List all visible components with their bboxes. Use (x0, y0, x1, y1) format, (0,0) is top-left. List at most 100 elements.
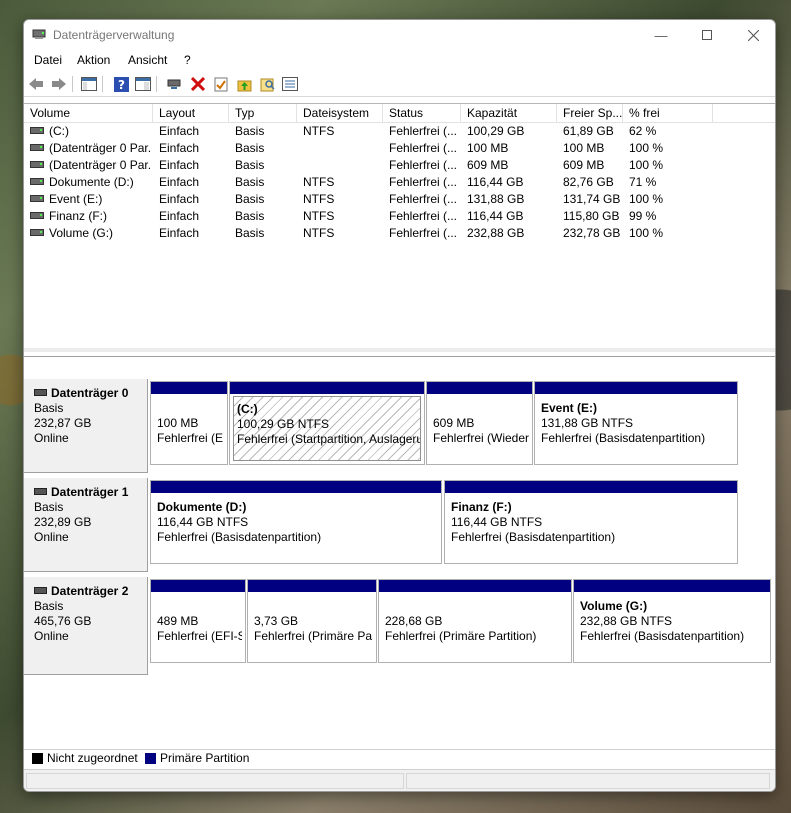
close-button[interactable] (730, 20, 775, 50)
help-button[interactable]: ? (112, 75, 130, 93)
menu-aktion[interactable]: Aktion (77, 53, 110, 67)
menu-ansicht[interactable]: Ansicht (128, 53, 167, 67)
column-freier-speicher[interactable]: Freier Sp... (557, 104, 623, 122)
list-button[interactable] (281, 75, 299, 93)
partition[interactable]: Volume (G:) 232,88 GB NTFS Fehlerfrei (Bas… (573, 579, 771, 663)
column-status[interactable]: Status (383, 104, 461, 122)
table-cell: (C:) (30, 123, 150, 140)
cell-text: 61,89 GB (563, 124, 614, 138)
delete-icon (191, 77, 205, 91)
partition-status: Fehlerfrei (EFI-S (157, 629, 242, 643)
cell-text: 116,44 GB (467, 209, 524, 223)
window-title: Datenträgerverwaltung (53, 28, 175, 42)
table-cell: NTFS (303, 225, 383, 242)
partition[interactable]: (C:) 100,29 GB NTFS Fehlerfrei (Startparti… (229, 381, 425, 465)
table-cell: NTFS (303, 123, 383, 140)
partition[interactable]: 489 MB Fehlerfrei (EFI-S (150, 579, 246, 663)
partition[interactable]: 228,68 GB Fehlerfrei (Primäre Partition) (378, 579, 572, 663)
forward-arrow-icon (52, 78, 66, 90)
table-row[interactable]: (Datenträger 0 Par... Einfach Basis Fehlerf… (24, 140, 775, 157)
legend-label-unallocated: Nicht zugeordnet (47, 751, 138, 765)
cell-text: (Datenträger 0 Par... (49, 141, 150, 155)
column-typ[interactable]: Typ (229, 104, 297, 122)
volume-icon (30, 161, 44, 169)
partition-size: 131,88 GB NTFS (541, 416, 634, 430)
back-button[interactable] (27, 75, 45, 93)
checklist-button[interactable] (212, 75, 230, 93)
table-row[interactable]: Dokumente (D:) Einfach Basis NTFS Fehlerfrei… (24, 174, 775, 191)
horizontal-splitter[interactable] (24, 348, 775, 352)
maximize-button[interactable] (684, 20, 730, 50)
column-prozent-frei[interactable]: % frei (623, 104, 713, 122)
cell-text: 131,88 GB (467, 192, 525, 206)
cell-text: Basis (235, 124, 265, 138)
console-tree-button[interactable] (80, 75, 98, 93)
menu-help[interactable]: ? (184, 53, 191, 67)
properties-button[interactable] (134, 75, 152, 93)
partition-size: 100,29 GB NTFS (237, 417, 330, 431)
menu-bar: Datei Aktion Ansicht ? (24, 50, 775, 70)
table-row[interactable]: Volume (G:) Einfach Basis NTFS Fehlerfrei (.… (24, 225, 775, 242)
table-cell: Fehlerfrei (... (389, 140, 461, 157)
table-row[interactable]: Event (E:) Einfach Basis NTFS Fehlerfrei (..… (24, 191, 775, 208)
table-row[interactable]: Finanz (F:) Einfach Basis NTFS Fehlerfrei (.… (24, 208, 775, 225)
cell-text: Basis (235, 209, 265, 223)
column-layout[interactable]: Layout (153, 104, 229, 122)
forward-button[interactable] (50, 75, 68, 93)
partition[interactable]: 609 MB Fehlerfrei (Wieder (426, 381, 533, 465)
legend-swatch-primary (145, 753, 156, 764)
table-cell: Basis (235, 191, 297, 208)
partition-body: (C:) 100,29 GB NTFS Fehlerfrei (Startparti… (233, 396, 421, 461)
table-cell: Fehlerfrei (... (389, 191, 461, 208)
table-cell (303, 140, 383, 157)
table-cell: 100,29 GB (467, 123, 557, 140)
table-cell: Basis (235, 140, 297, 157)
legend: Nicht zugeordnet Primäre Partition (24, 749, 775, 768)
cell-text: Basis (235, 141, 265, 155)
partition-status: Fehlerfrei (Wieder (433, 431, 529, 445)
cell-text: NTFS (303, 226, 335, 240)
minimize-icon: — (654, 27, 668, 43)
folder-up-button[interactable] (235, 75, 253, 93)
disk-label-0[interactable]: Datenträger 0 Basis 232,87 GB Online (24, 379, 148, 473)
column-kapazitaet[interactable]: Kapazität (461, 104, 557, 122)
disk-management-icon (32, 29, 46, 39)
table-row[interactable]: (C:) Einfach Basis NTFS Fehlerfrei (... 100,2… (24, 123, 775, 140)
column-volume[interactable]: Volume (24, 104, 153, 122)
partition[interactable]: Event (E:) 131,88 GB NTFS Fehlerfrei (Basi… (534, 381, 738, 465)
partition-type-bar (151, 580, 245, 592)
partition[interactable]: Finanz (F:) 116,44 GB NTFS Fehlerfrei (Bas… (444, 480, 738, 564)
connect-button[interactable] (165, 75, 183, 93)
cell-text: 100 % (629, 192, 664, 206)
table-cell: Fehlerfrei (... (389, 174, 461, 191)
disk-label-2[interactable]: Datenträger 2 Basis 465,76 GB Online (24, 577, 148, 675)
cell-text: Fehlerfrei (... (389, 209, 458, 223)
table-cell: Einfach (159, 157, 229, 174)
partition[interactable]: Dokumente (D:) 116,44 GB NTFS Fehlerfrei (… (150, 480, 442, 564)
column-dateisystem[interactable]: Dateisystem (297, 104, 383, 122)
table-cell: 100 MB (563, 140, 623, 157)
menu-datei[interactable]: Datei (34, 53, 62, 67)
partition-name: Dokumente (D:) (157, 500, 247, 514)
table-row[interactable]: (Datenträger 0 Par... Einfach Basis Fehlerf… (24, 157, 775, 174)
partition[interactable]: 100 MB Fehlerfrei (E (150, 381, 228, 465)
folder-up-icon (237, 80, 251, 91)
partition[interactable]: 3,73 GB Fehlerfrei (Primäre Pa (247, 579, 377, 663)
minimize-button[interactable]: — (638, 20, 684, 50)
cell-text: Einfach (159, 209, 200, 223)
search-folder-button[interactable] (258, 75, 276, 93)
cell-text: NTFS (303, 192, 335, 206)
table-cell: (Datenträger 0 Par... (30, 157, 150, 174)
toolbar-separator (72, 76, 73, 92)
partition-status: Fehlerfrei (Primäre Partition) (385, 629, 537, 643)
title-bar[interactable]: Datenträgerverwaltung — (24, 20, 775, 50)
disk-graphical-view: Datenträger 0 Basis 232,87 GB Online 100 MB F… (24, 356, 775, 755)
delete-button[interactable] (189, 75, 207, 93)
disk-label-1[interactable]: Datenträger 1 Basis 232,89 GB Online (24, 478, 148, 572)
disk-state: Online (34, 629, 69, 643)
partition-type-bar (230, 382, 424, 394)
status-segment (26, 773, 404, 789)
volume-list-header: Volume Layout Typ Dateisystem Status Kap… (24, 104, 775, 123)
partition-type-bar (445, 481, 737, 493)
checklist-icon (214, 77, 228, 91)
